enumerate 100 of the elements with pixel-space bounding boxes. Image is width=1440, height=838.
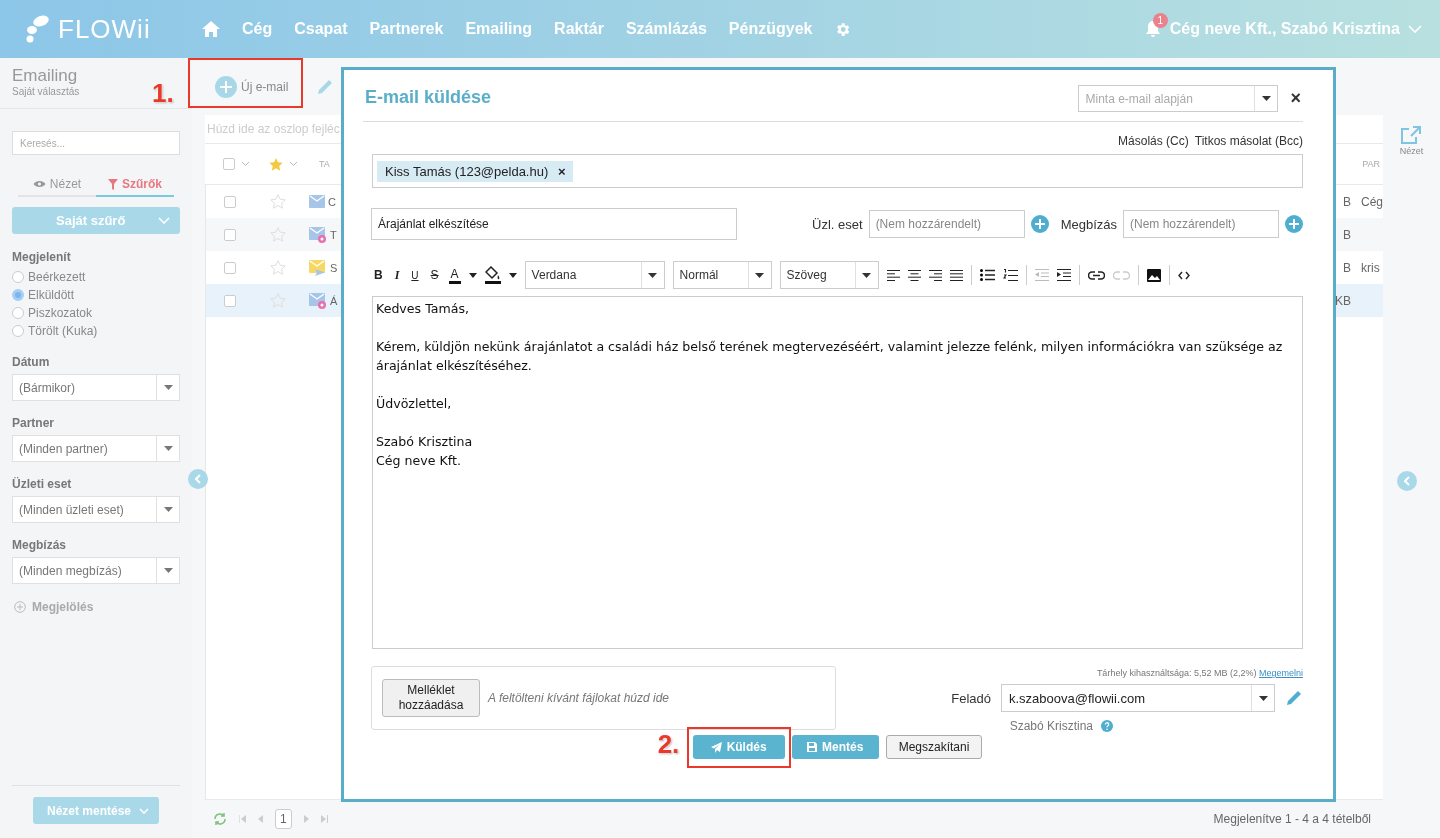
message-text: Cég neve Kft. [376, 452, 462, 470]
outdent-icon[interactable] [1034, 269, 1049, 281]
fill-bucket-icon[interactable] [484, 266, 501, 284]
radio-option[interactable]: Piszkozatok [12, 304, 180, 322]
chevron-left-icon [195, 474, 201, 484]
chevron-down-icon[interactable] [289, 161, 298, 167]
star-outline-icon[interactable] [270, 293, 286, 308]
subject-field[interactable]: Árajánlat elkészítése [371, 208, 737, 240]
column-header[interactable]: TA [319, 159, 330, 169]
attachment-drop-zone[interactable]: Melléklet hozzáadása A feltölteni kívánt fájlokat húzd ide [371, 666, 836, 730]
format-button[interactable]: B [372, 268, 385, 282]
sidebar-tab[interactable]: Szűrők [96, 173, 174, 197]
close-button[interactable]: × [1288, 88, 1303, 109]
save-button[interactable]: Mentés [791, 735, 879, 759]
table-cell-text: B [1342, 194, 1351, 209]
numbered-list-icon[interactable] [1002, 268, 1018, 282]
page-number[interactable]: 1 [275, 809, 292, 829]
sender-dropdown[interactable]: k.szaboova@flowii.com [1001, 684, 1275, 712]
table-cell: Á [330, 294, 338, 307]
align-center-icon[interactable] [907, 269, 921, 281]
sidebar-tab[interactable]: Nézet [18, 173, 96, 197]
add-icon[interactable] [1285, 215, 1303, 233]
plus-circle-icon [215, 75, 237, 98]
new-email-button[interactable]: Új e-mail [209, 74, 295, 99]
collapse-left-button[interactable] [188, 469, 208, 489]
logo-text: FLOWii [58, 13, 151, 45]
table-cell-text: KB [1334, 293, 1351, 308]
bullet-list-icon[interactable] [979, 269, 995, 281]
step-label: 1. [152, 78, 174, 109]
field-label: Megbízás [1060, 216, 1117, 232]
message-editor[interactable] [372, 296, 1303, 649]
add-icon[interactable] [1030, 215, 1049, 233]
image-icon[interactable] [1146, 268, 1161, 282]
chevron-down-icon [139, 807, 149, 814]
align-left-icon[interactable] [886, 269, 900, 281]
indent-icon[interactable] [1056, 269, 1071, 281]
row-checkbox[interactable] [224, 261, 236, 274]
cancel-button[interactable]: Megszakítani [885, 735, 983, 759]
format-button[interactable]: S [428, 268, 441, 282]
send-button[interactable]: Küldés [692, 735, 785, 759]
caret-down-icon[interactable] [508, 272, 517, 278]
caret-down-icon [862, 272, 872, 278]
chevron-down-icon[interactable] [241, 161, 250, 167]
recipient-field[interactable]: Kiss Tamás (123@pelda.hu) × [372, 154, 1303, 188]
home-icon[interactable] [202, 21, 220, 37]
size-dropdown[interactable]: Normál [672, 261, 772, 289]
add-attachment-button[interactable]: Melléklet hozzáadása [382, 679, 480, 717]
row-checkbox[interactable] [224, 294, 236, 307]
funnel-icon [108, 178, 118, 190]
pencil-icon[interactable] [1285, 689, 1303, 707]
caret-down-icon [755, 272, 765, 278]
filter-dropdown[interactable]: (Minden partner) [12, 435, 180, 462]
star-outline-icon[interactable] [270, 260, 286, 275]
link-icon[interactable] [1087, 270, 1105, 280]
format-button[interactable]: U [409, 269, 421, 281]
collapse-right-button[interactable] [1397, 471, 1417, 491]
pencil-icon[interactable] [316, 77, 335, 96]
filter-dropdown[interactable]: (Bármikor) [12, 374, 180, 401]
refresh-icon[interactable] [213, 813, 227, 825]
first-page-icon[interactable] [239, 815, 246, 823]
message-text: Üdvözlettel, [376, 395, 453, 413]
view-button[interactable]: Nézet [1393, 125, 1430, 157]
mark-button[interactable]: Megjelölés [12, 600, 96, 614]
caret-down-icon [1262, 96, 1271, 101]
chevron-left-icon [1404, 476, 1410, 486]
caret-down-icon[interactable] [468, 272, 477, 278]
radio-option[interactable]: Törölt (Kuka) [12, 322, 180, 340]
page-subtitle: Saját választás [12, 86, 80, 97]
column-header[interactable]: PAR [1362, 159, 1380, 169]
settings-icon[interactable] [834, 20, 852, 38]
format-button[interactable]: A [448, 266, 461, 284]
star-icon[interactable] [269, 157, 283, 171]
star-outline-icon[interactable] [270, 194, 286, 209]
template-dropdown[interactable]: Minta e-mail alapján [1078, 85, 1279, 112]
filter-dropdown[interactable]: (Minden üzleti eset) [12, 496, 180, 523]
align-justify-icon[interactable] [949, 269, 963, 281]
order-field[interactable]: (Nem hozzárendelt) [1123, 210, 1279, 238]
recipient-chip: Kiss Tamás (123@pelda.hu) × [377, 160, 574, 182]
upgrade-link[interactable]: Megemelni [1258, 668, 1303, 678]
filter-dropdown[interactable]: (Minden megbízás) [12, 557, 180, 584]
unlink-icon[interactable] [1112, 270, 1130, 280]
search-field[interactable]: Keresés... [12, 131, 180, 155]
format-button[interactable]: I [392, 267, 402, 283]
select-all-checkbox[interactable] [223, 158, 235, 170]
row-checkbox[interactable] [224, 228, 236, 241]
code-icon[interactable] [1177, 270, 1190, 280]
remove-button[interactable]: × [557, 163, 566, 179]
help-icon[interactable] [1101, 720, 1113, 732]
radio-option[interactable]: Beérkezett [12, 268, 180, 286]
row-checkbox[interactable] [224, 195, 236, 208]
sender-name: Szabó Krisztina [1009, 719, 1093, 733]
next-page-icon[interactable] [303, 815, 309, 823]
font-dropdown[interactable]: Verdana [524, 261, 665, 289]
format-dropdown[interactable]: Szöveg [779, 261, 879, 289]
last-page-icon[interactable] [320, 815, 328, 823]
radio-option[interactable]: Elküldött [12, 286, 180, 304]
align-right-icon[interactable] [928, 269, 942, 281]
previous-page-icon[interactable] [258, 815, 263, 823]
star-outline-icon[interactable] [270, 227, 286, 242]
business-case-field[interactable]: (Nem hozzárendelt) [868, 210, 1025, 238]
